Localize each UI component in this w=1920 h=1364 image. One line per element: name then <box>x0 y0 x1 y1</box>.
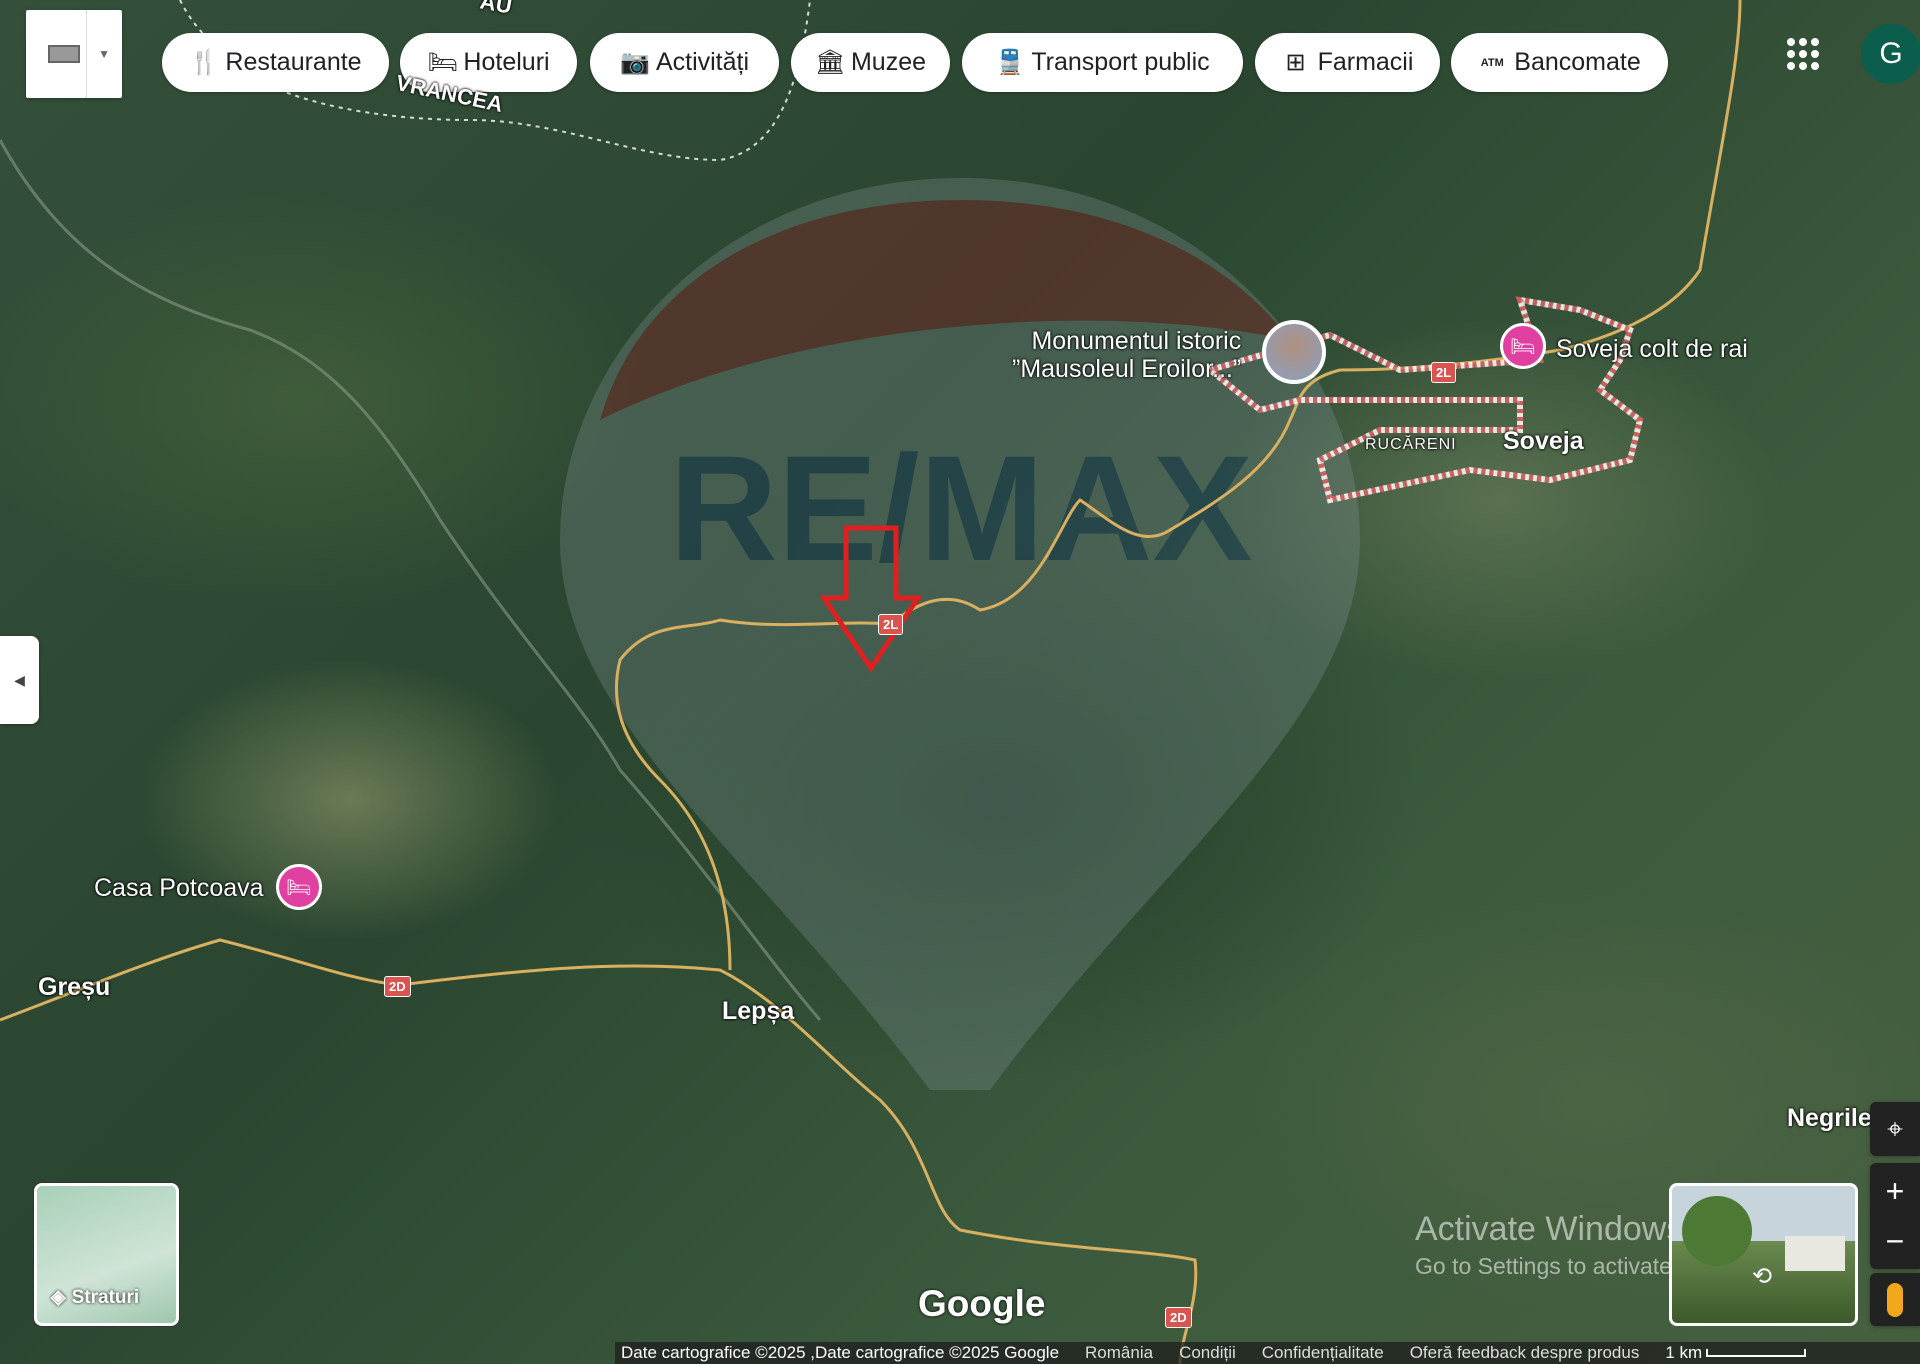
atm-icon: ATM <box>1480 56 1504 69</box>
place-label-gresu[interactable]: Greșu <box>38 973 110 1002</box>
place-label-negrile[interactable]: Negrile <box>1787 1104 1872 1133</box>
pegman-button[interactable] <box>1870 1273 1920 1326</box>
zoom-in-button[interactable]: + <box>1886 1166 1905 1216</box>
zoom-controls: + − <box>1870 1163 1920 1269</box>
chip-bancomate[interactable]: ATM Bancomate <box>1451 33 1668 92</box>
zoom-out-button[interactable]: − <box>1886 1216 1905 1266</box>
feedback-link[interactable]: Oferă feedback despre produs <box>1410 1343 1640 1363</box>
remax-text: RE/MAX <box>669 424 1252 592</box>
place-label-lepsa[interactable]: Lepșa <box>722 997 794 1026</box>
train-icon: 🚆 <box>995 49 1026 76</box>
chevron-down-icon: ▼ <box>98 47 110 61</box>
pharmacy-icon: ⊞ <box>1285 49 1306 76</box>
rotate-360-icon: ⟲ <box>1752 1263 1773 1290</box>
pegman-icon <box>1887 1282 1903 1317</box>
street-view-thumbnail[interactable]: ⟲ <box>1669 1183 1858 1326</box>
my-location-button[interactable]: ⌖ <box>1870 1102 1920 1156</box>
place-label-soveja-colt[interactable]: Soveja colt de rai <box>1556 335 1748 364</box>
bed-icon: 🛏 <box>427 49 458 76</box>
scale-bar[interactable]: 1 km <box>1665 1343 1807 1363</box>
map-footer: Date cartografice ©2025 ,Date cartografi… <box>615 1342 1920 1364</box>
fork-knife-icon: 🍴 <box>189 49 220 76</box>
place-label-rucareni[interactable]: RUCĂRENI <box>1365 436 1457 454</box>
bed-icon: 🛏 <box>1510 335 1536 358</box>
map-overlay: RE/MAX <box>0 0 1742 1364</box>
keyboard-icon <box>48 45 80 63</box>
monument-photo-pin[interactable] <box>1262 320 1326 384</box>
chip-muzee[interactable]: 🏛 Muzee <box>791 33 950 92</box>
place-label-monument[interactable]: Monumentul istoric ”Mausoleul Eroilor...” <box>1012 327 1241 383</box>
caret-left-icon: ◀ <box>14 671 25 688</box>
chip-farmacii[interactable]: ⊞ Farmacii <box>1255 33 1440 92</box>
road-shield-2l-b: 2L <box>878 614 904 635</box>
remax-watermark: RE/MAX <box>560 178 1360 1090</box>
crosshair-icon: ⌖ <box>1887 1112 1903 1144</box>
privacy-link[interactable]: Confidențialitate <box>1262 1343 1384 1363</box>
apps-grid-icon[interactable] <box>1787 38 1819 70</box>
layers-button[interactable]: ◈ Straturi <box>34 1183 179 1326</box>
hotel-pin-casa-potcoava[interactable]: 🛏 <box>276 864 322 910</box>
chip-restaurante[interactable]: 🍴 Restaurante <box>162 33 389 92</box>
terms-link[interactable]: Condiții <box>1179 1343 1236 1363</box>
camera-icon: 📷 <box>619 49 650 76</box>
hotel-pin-soveja[interactable]: 🛏 <box>1500 323 1546 369</box>
chip-transport-public[interactable]: 🚆 Transport public <box>962 33 1243 92</box>
road-shield-2d: 2D <box>384 976 411 997</box>
museum-icon: 🏛 <box>814 49 846 76</box>
map-data-attribution: Date cartografice ©2025 ,Date cartografi… <box>621 1343 1060 1362</box>
layers-icon: ◈ <box>51 1287 66 1308</box>
place-label-soveja[interactable]: Soveja <box>1503 427 1584 456</box>
bed-icon: 🛏 <box>286 876 312 899</box>
chip-activitati[interactable]: 📷 Activități <box>590 33 779 92</box>
place-label-casa-potcoava[interactable]: Casa Potcoava <box>94 874 264 903</box>
account-avatar[interactable]: G <box>1861 24 1920 84</box>
expand-panel-button[interactable]: ◀ <box>0 636 39 724</box>
country-link[interactable]: România <box>1085 1343 1153 1363</box>
road-shield-2l: 2L <box>1431 362 1457 383</box>
road-shield-2d-b: 2D <box>1165 1307 1192 1328</box>
google-logo: Google <box>918 1283 1046 1324</box>
input-tools-button[interactable]: ▼ <box>26 10 122 98</box>
